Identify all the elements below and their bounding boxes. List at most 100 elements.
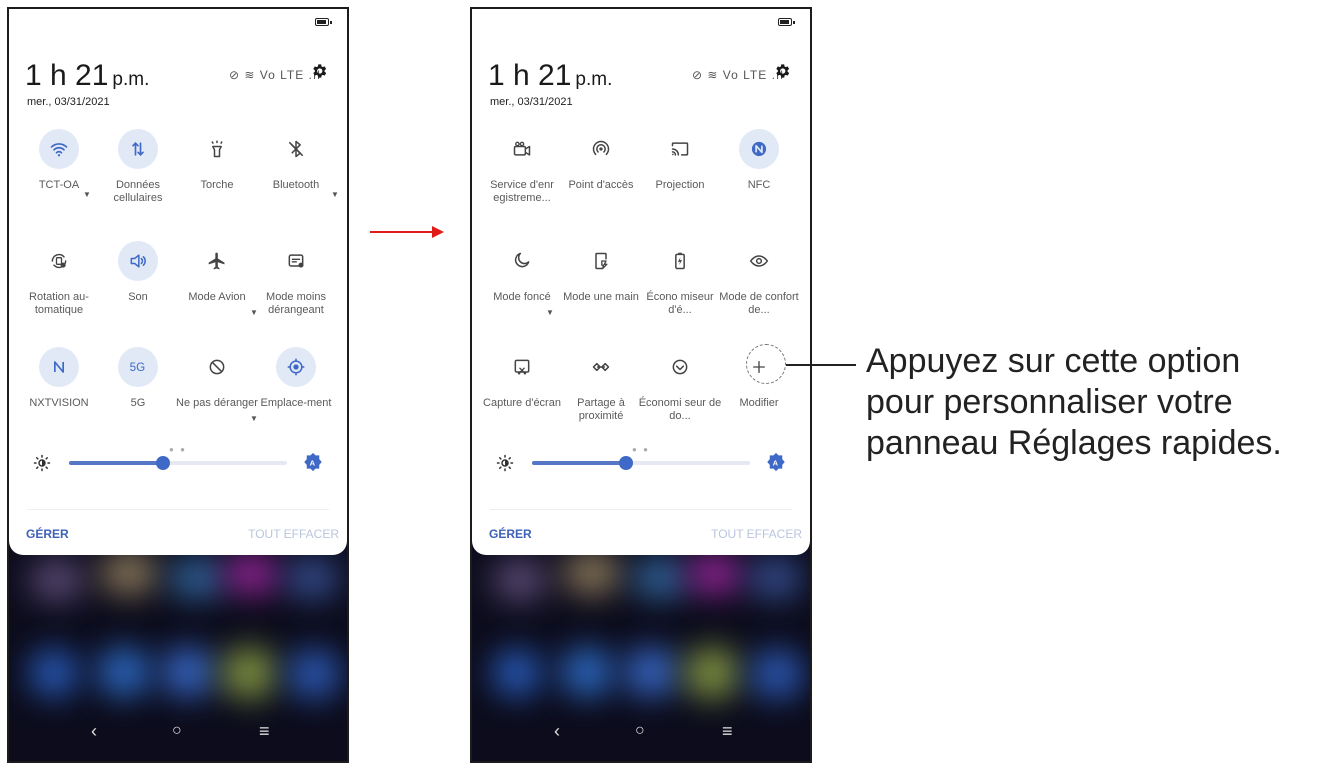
tile-label: Bluetooth [272, 179, 320, 191]
screenshot-icon [502, 347, 542, 387]
tile-label: NXTVISION [29, 397, 89, 409]
tile-flashlight[interactable]: Torche [175, 129, 259, 192]
tile-wifi[interactable]: TCT-OA ▼ [17, 129, 101, 199]
clear-all-button[interactable]: TOUT EFFACER [248, 527, 339, 541]
location-icon [276, 347, 316, 387]
sound-icon [118, 241, 158, 281]
tile-label: Mode de confort de... [719, 291, 799, 316]
tile-nearby-share[interactable]: Partage à proximité [559, 347, 643, 423]
nxtvision-icon [39, 347, 79, 387]
navigation-bar: ‹ ○ ≡ [9, 709, 347, 761]
back-icon[interactable]: ‹ [91, 721, 97, 742]
gear-icon[interactable] [310, 62, 328, 80]
divider [490, 509, 792, 510]
tile-label: Données cellulaires [113, 179, 163, 204]
nearby-share-icon [581, 347, 621, 387]
tile-dark-mode[interactable]: Mode foncé ▼ [480, 241, 564, 317]
dark-mode-icon [502, 241, 542, 281]
tile-mobile-data[interactable]: Données cellulaires [96, 129, 180, 205]
gear-icon[interactable] [773, 62, 791, 80]
page-indicator: ● ● [169, 445, 187, 454]
airplane-icon [197, 241, 237, 281]
tile-label: Emplace-ment [260, 397, 332, 409]
tile-cast[interactable]: Projection [638, 129, 722, 192]
tile-location[interactable]: Emplace-ment [254, 347, 338, 410]
tile-screen-recorder[interactable]: Service d'enr egistreme... [480, 129, 564, 205]
date: mer., 03/31/2021 [27, 96, 110, 108]
tile-sound[interactable]: Son [96, 241, 180, 304]
clock: 1 h 21 p.m. [25, 59, 149, 93]
data-saver-icon [660, 347, 700, 387]
status-icons: ⊘ ≋ Vo LTE .ıl [692, 68, 784, 82]
flashlight-icon [197, 129, 237, 169]
callout-text: Appuyez sur cette option pour personnali… [866, 341, 1282, 464]
chevron-down-icon[interactable]: ▼ [546, 308, 554, 317]
chevron-down-icon[interactable]: ▼ [331, 190, 339, 199]
chevron-down-icon[interactable]: ▼ [250, 414, 258, 423]
tile-data-saver[interactable]: Économi seur de do... [638, 347, 722, 423]
clear-all-button[interactable]: TOUT EFFACER [711, 527, 802, 541]
5g-icon: 5G [118, 347, 158, 387]
tile-hotspot[interactable]: Point d'accès [559, 129, 643, 192]
eye-comfort-icon [739, 241, 779, 281]
tile-label: Service d'enr egistreme... [490, 179, 554, 204]
recents-icon[interactable]: ≡ [259, 721, 270, 742]
svg-text:A: A [310, 458, 316, 467]
arrow-line [370, 231, 434, 233]
tile-auto-rotate[interactable]: Rotation au-tomatique [17, 241, 101, 317]
battery-icon [315, 18, 332, 26]
home-icon[interactable]: ○ [635, 722, 645, 740]
manage-button[interactable]: GÉRER [489, 527, 532, 541]
tile-label: Rotation au-tomatique [29, 291, 89, 316]
auto-rotate-icon [39, 241, 79, 281]
clock-time: 1 h 21 [25, 59, 109, 92]
navigation-bar: ‹ ○ ≡ [472, 709, 810, 761]
tile-one-hand-mode[interactable]: Mode une main [559, 241, 643, 304]
tile-label: Capture d'écran [483, 397, 561, 409]
cast-icon [660, 129, 700, 169]
tile-label: Projection [655, 179, 705, 191]
quick-settings-panel: 1 h 21 p.m. mer., 03/31/2021 ⊘ ≋ Vo LTE .… [9, 9, 347, 555]
screen-recorder-icon [502, 129, 542, 169]
clock-ampm: p.m. [112, 69, 150, 90]
callout-line-1: Appuyez sur cette option [866, 342, 1241, 380]
tile-reduced-mode[interactable]: Mode moins dérangeant [254, 241, 338, 317]
tile-bluetooth[interactable]: Bluetooth ▼ [254, 129, 339, 199]
tile-label: Mode Avion [188, 291, 246, 303]
clock: 1 h 21 p.m. [488, 59, 612, 93]
brightness-slider-thumb[interactable] [155, 456, 170, 470]
back-icon[interactable]: ‹ [554, 721, 560, 742]
do-not-disturb-icon [197, 347, 237, 387]
tile-label: Modifier [739, 397, 779, 409]
brightness-slider-thumb[interactable] [618, 456, 633, 470]
auto-brightness-icon[interactable]: A [766, 452, 786, 472]
tile-label: Point d'accès [568, 179, 634, 191]
status-icons: ⊘ ≋ Vo LTE .ıl [229, 68, 321, 82]
brightness-low-icon [496, 454, 514, 472]
tile-airplane-mode[interactable]: Mode Avion ▼ [175, 241, 259, 317]
recents-icon[interactable]: ≡ [722, 721, 733, 742]
tile-nfc[interactable]: NFC [717, 129, 801, 192]
tile-do-not-disturb[interactable]: Ne pas déranger ▼ [175, 347, 259, 423]
divider [27, 509, 329, 510]
wifi-icon [39, 129, 79, 169]
auto-brightness-icon[interactable]: A [303, 452, 323, 472]
brightness-slider-fill [532, 461, 626, 465]
arrow-right-icon [432, 226, 444, 238]
phone-screen-left: 1 h 21 p.m. mer., 03/31/2021 ⊘ ≋ Vo LTE .… [7, 7, 349, 763]
home-icon[interactable]: ○ [172, 722, 182, 740]
clock-time: 1 h 21 [488, 59, 572, 92]
bluetooth-icon [276, 129, 316, 169]
one-hand-mode-icon [581, 241, 621, 281]
manage-button[interactable]: GÉRER [26, 527, 69, 541]
nfc-icon [739, 129, 779, 169]
tile-battery-saver[interactable]: Écono miseur d'é... [638, 241, 722, 317]
chevron-down-icon[interactable]: ▼ [83, 190, 91, 199]
tile-eye-comfort[interactable]: Mode de confort de... [717, 241, 801, 317]
tile-nxtvision[interactable]: NXTVISION [17, 347, 101, 410]
hotspot-icon [581, 129, 621, 169]
tile-5g[interactable]: 5G 5G [96, 347, 180, 410]
date: mer., 03/31/2021 [490, 96, 573, 108]
tile-label: NFC [747, 179, 771, 191]
tile-screenshot[interactable]: Capture d'écran [480, 347, 564, 410]
